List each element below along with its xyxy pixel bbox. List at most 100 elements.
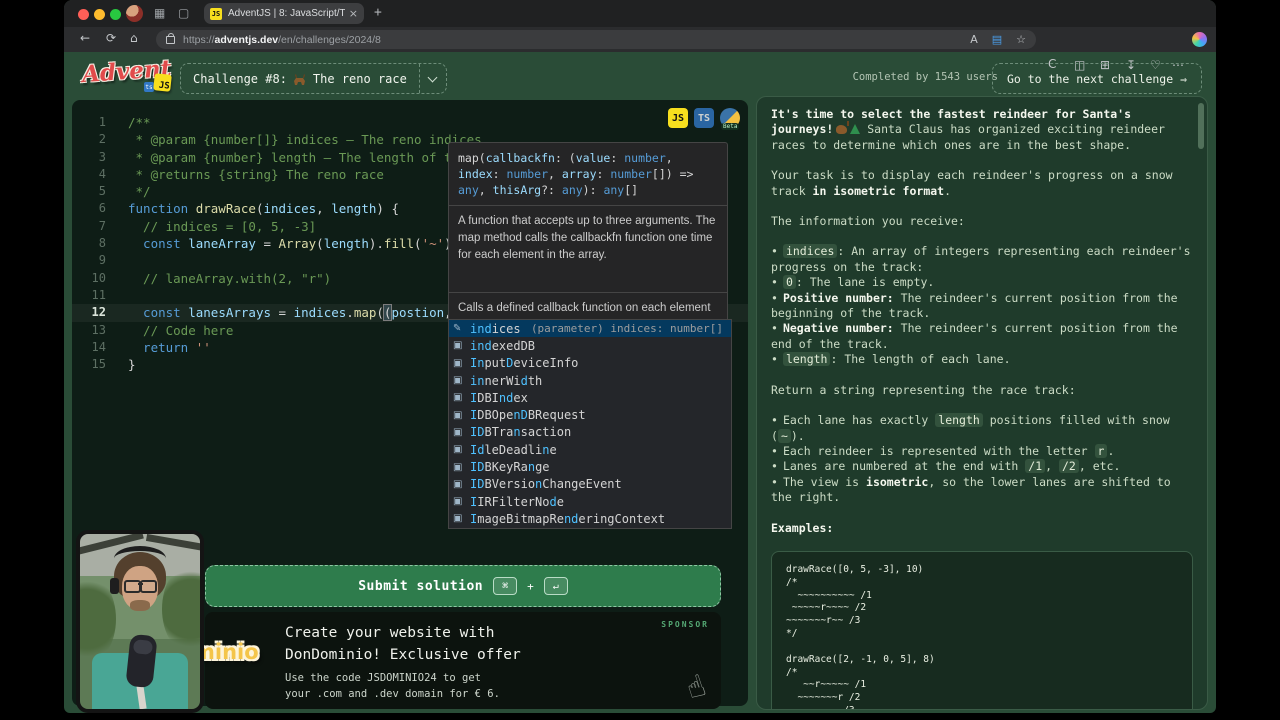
close-window-button[interactable] — [78, 9, 89, 20]
tab-favicon-js: JS — [210, 7, 222, 20]
reindeer-icon — [293, 73, 305, 85]
line-number: 12 — [91, 305, 106, 320]
examples-box: drawRace([0, 5, -3], 10) /* ~~~~~~~~~~ /… — [771, 550, 1193, 709]
description-list: • Each lane has exactly length positions … — [771, 413, 1193, 505]
tooltip-signature: map(callbackfn: (value: number, index: n… — [458, 151, 701, 197]
line-number: 3 — [98, 149, 106, 164]
sponsor-title: Create your website with DonDominio! Exc… — [285, 625, 521, 663]
sponsor-banner[interactable]: SPONSOR minio Create your website with D… — [193, 612, 721, 709]
line-number: 13 — [91, 322, 106, 337]
suggest-label: ImageBitmapRenderingContext — [470, 511, 666, 526]
global-symbol-icon: ▣ — [453, 392, 463, 404]
cmd-key-icon: ⌘ — [493, 577, 518, 595]
sidebar-toggle-icon[interactable]: ▢ — [178, 6, 189, 20]
browser-window: ▦ ▢ JS AdventJS | 8: JavaScript/TypeS × … — [64, 0, 1216, 713]
line-number: 5 — [98, 184, 106, 199]
description-paragraph: The information you receive: — [771, 214, 965, 229]
description-content: It's time to select the fastest reindeer… — [757, 97, 1207, 536]
home-icon[interactable]: ⌂ — [130, 31, 138, 45]
global-symbol-icon: ▣ — [453, 409, 463, 421]
suggest-item[interactable]: ▣ ImageBitmapRenderingContext — [449, 510, 731, 527]
description-list: • indices: An array of integers represent… — [771, 244, 1193, 367]
description-paragraph: Return a string representing the race tr… — [771, 382, 1076, 397]
suggest-label: indexedDB — [470, 338, 536, 353]
line-number: 7 — [98, 218, 106, 233]
favorites-star-icon[interactable]: ☆ — [1016, 33, 1026, 46]
line-number: 2 — [98, 132, 106, 147]
line-number: 1 — [98, 115, 106, 129]
glasses — [124, 580, 157, 593]
suggest-label: IIRFilterNode — [470, 494, 564, 509]
new-tab-button[interactable]: + — [374, 5, 382, 20]
suggest-item[interactable]: ▣ InputDeviceInfo — [449, 355, 731, 372]
description-paragraph: It's time to select the fastest reindeer… — [771, 107, 1165, 152]
zoom-window-button[interactable] — [110, 9, 121, 20]
logo-js-badge: JS — [153, 73, 172, 92]
media-icon[interactable]: ▤ — [992, 33, 1002, 46]
challenge-selector[interactable]: Challenge #8: The reno race — [180, 63, 447, 94]
suggest-item[interactable]: ▣ IIRFilterNode — [449, 493, 731, 510]
tab-bar: ▦ ▢ JS AdventJS | 8: JavaScript/TypeS × … — [64, 0, 1216, 27]
global-symbol-icon: ▣ — [453, 513, 463, 525]
plant-shape — [162, 564, 200, 654]
sponsor-tag: SPONSOR — [661, 620, 709, 629]
browser-tab[interactable]: JS AdventJS | 8: JavaScript/TypeS × — [204, 3, 364, 24]
line-number: 8 — [98, 236, 106, 251]
suggest-item[interactable]: ▣ indexedDB — [449, 337, 731, 354]
global-symbol-icon: ▣ — [453, 357, 463, 369]
sponsor-body: Use the code JSDOMINIO24 to get your .co… — [285, 672, 500, 700]
global-symbol-icon: ▣ — [453, 340, 463, 352]
list-item: • 0: The lane is empty. — [771, 275, 935, 290]
code-line[interactable]: 1/** — [72, 114, 748, 131]
global-symbol-icon: ▣ — [453, 375, 463, 387]
suggest-label: IDBKeyRange — [470, 460, 550, 475]
line-number: 11 — [91, 287, 106, 302]
line-number: 6 — [98, 201, 106, 216]
adventjs-logo[interactable]: Advent ts JS — [81, 55, 192, 96]
suggest-item[interactable]: ▣ IDBKeyRange — [449, 458, 731, 475]
workspaces-icon[interactable]: ▦ — [154, 6, 165, 20]
suggest-item[interactable]: ▣ IDBIndex — [449, 389, 731, 406]
suggest-label: IDBOpenDBRequest — [470, 408, 586, 423]
global-symbol-icon: ▣ — [453, 426, 463, 438]
suggest-label: IdleDeadline — [470, 442, 557, 457]
description-paragraph: Examples: — [771, 520, 834, 535]
reindeer-icon — [836, 121, 850, 135]
read-aloud-icon[interactable]: A — [970, 33, 978, 46]
reload-icon[interactable]: ⟳ — [106, 31, 116, 45]
suggest-item[interactable]: ▣ IdleDeadline — [449, 441, 731, 458]
profile-avatar[interactable] — [126, 5, 143, 22]
suggest-label: indices — [470, 321, 521, 336]
tab-close-icon[interactable]: × — [349, 7, 358, 20]
headphone-cup — [110, 578, 119, 594]
suggest-item[interactable]: ▣ IDBVersionChangeEvent — [449, 476, 731, 493]
minimize-window-button[interactable] — [94, 9, 105, 20]
submit-label: Submit solution — [358, 578, 484, 594]
suggest-item[interactable]: ▣ innerWidth — [449, 372, 731, 389]
completed-count: Completed by 1543 users — [852, 71, 998, 83]
example-block: drawRace([0, 5, -3], 10) /* ~~~~~~~~~~ /… — [786, 563, 924, 639]
chevron-down-icon[interactable] — [418, 64, 446, 93]
suggest-item[interactable]: ▣ IDBOpenDBRequest — [449, 406, 731, 423]
webcam-overlay — [76, 530, 204, 713]
submit-solution-button[interactable]: Submit solution ⌘ + ↵ — [205, 565, 721, 607]
lock-icon — [166, 32, 175, 44]
scrollbar-thumb[interactable] — [1198, 103, 1204, 149]
suggest-item[interactable]: ✎ indices (parameter) indices: number[] — [449, 320, 731, 338]
autocomplete-list[interactable]: ✎ indices (parameter) indices: number[] ▣ in… — [448, 319, 732, 529]
address-bar[interactable]: https://adventjs.dev/en/challenges/2024/… — [156, 30, 1036, 49]
list-item: • Lanes are numbered at the end with /1, … — [771, 459, 1121, 474]
line-number: 10 — [91, 270, 106, 285]
next-challenge-button[interactable]: Go to the next challenge ⇒ — [991, 63, 1202, 94]
challenge-prefix: Challenge #8: — [193, 71, 287, 86]
line-number: 4 — [98, 166, 106, 181]
list-item: • The view is isometric, so the lower lan… — [771, 474, 1171, 505]
url-text: https://adventjs.dev/en/challenges/2024/… — [183, 33, 381, 46]
suggest-item[interactable]: ▣ IDBTransaction — [449, 424, 731, 441]
global-symbol-icon: ▣ — [453, 496, 463, 508]
suggest-label: IDBIndex — [470, 390, 528, 405]
line-number: 14 — [91, 339, 106, 354]
copilot-orb-icon[interactable] — [1192, 32, 1207, 47]
back-icon[interactable]: ← — [80, 31, 90, 45]
tab-title: AdventJS | 8: JavaScript/TypeS — [228, 8, 345, 19]
